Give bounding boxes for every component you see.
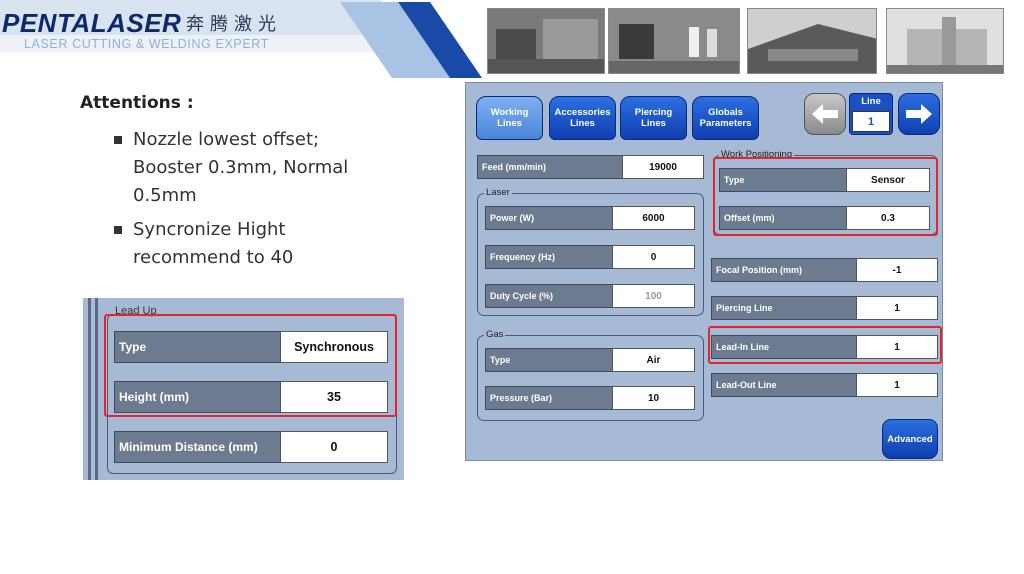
- tab-accessories-lines[interactable]: Accessories Lines: [549, 96, 616, 140]
- gas-pressure-label: Pressure (Bar): [485, 386, 613, 410]
- laser-frequency-value[interactable]: 0: [612, 245, 695, 269]
- advanced-button[interactable]: Advanced: [882, 419, 938, 459]
- lead-up-highlight-box: [104, 314, 397, 417]
- header-photo-building: [747, 8, 877, 74]
- tab-globals-parameters[interactable]: Globals Parameters: [692, 96, 759, 140]
- work-positioning-highlight-box: [713, 157, 938, 236]
- header-photo-workshop: [608, 8, 740, 74]
- next-line-button[interactable]: [898, 93, 940, 135]
- line-selector: Line 1: [849, 93, 893, 135]
- focal-position-value[interactable]: -1: [856, 258, 938, 282]
- panel-edge-bar: [95, 298, 98, 480]
- attentions-title: Attentions :: [80, 93, 194, 113]
- header-photo-headquarters: [886, 8, 1004, 74]
- panel-edge-bar: [88, 298, 91, 480]
- line-selector-label: Line: [861, 96, 881, 107]
- line-selector-value[interactable]: 1: [852, 111, 890, 132]
- bullet-square-icon: [114, 226, 122, 234]
- tab-piercing-lines[interactable]: Piercing Lines: [620, 96, 687, 140]
- laser-frequency-label: Frequency (Hz): [485, 245, 613, 269]
- focal-position-label: Focal Position (mm): [711, 258, 857, 282]
- lead-up-min-distance-label: Minimum Distance (mm): [114, 431, 281, 463]
- gas-type-value[interactable]: Air: [612, 348, 695, 372]
- attentions-list: Nozzle lowest offset; Booster 0.3mm, Nor…: [114, 126, 374, 278]
- company-tagline: LASER CUTTING & WELDING EXPERT: [24, 37, 269, 51]
- attention-bullet-nozzle: Nozzle lowest offset; Booster 0.3mm, Nor…: [114, 126, 374, 210]
- feed-value[interactable]: 19000: [622, 155, 704, 179]
- laser-power-value[interactable]: 6000: [612, 206, 695, 230]
- company-logo: PENTALASER: [2, 8, 182, 38]
- piercing-line-value[interactable]: 1: [856, 296, 938, 320]
- gas-pressure-value[interactable]: 10: [612, 386, 695, 410]
- cutting-parameters-panel: Working Lines Accessories Lines Piercing Li…: [465, 82, 943, 461]
- piercing-line-label: Piercing Line: [711, 296, 857, 320]
- company-logo-chinese: 奔腾激光: [186, 14, 282, 35]
- slide-header: PENTALASER 奔腾激光 LASER CUTTING & WELDING …: [0, 0, 1024, 80]
- laser-legend: Laser: [484, 187, 512, 198]
- feed-label: Feed (mm/min): [477, 155, 623, 179]
- lead-up-panel: Lead Up Type Synchronous Height (mm) 35 …: [83, 298, 404, 480]
- header-photo-factory: [487, 8, 605, 74]
- arrow-right-icon: [906, 104, 932, 124]
- lead-out-line-label: Lead-Out Line: [711, 373, 857, 397]
- lead-in-line-highlight-box: [708, 326, 942, 364]
- gas-type-label: Type: [485, 348, 613, 372]
- laser-duty-cycle-label: Duty Cycle (%): [485, 284, 613, 308]
- arrow-left-icon: [812, 104, 838, 124]
- lead-out-line-value[interactable]: 1: [856, 373, 938, 397]
- lead-up-min-distance-value[interactable]: 0: [280, 431, 388, 463]
- gas-legend: Gas: [484, 329, 506, 340]
- laser-power-label: Power (W): [485, 206, 613, 230]
- bullet-square-icon: [114, 136, 122, 144]
- attention-bullet-sync-height: Syncronize Hight recommend to 40: [114, 216, 374, 272]
- tab-working-lines[interactable]: Working Lines: [476, 96, 543, 140]
- laser-duty-cycle-value[interactable]: 100: [612, 284, 695, 308]
- previous-line-button[interactable]: [804, 93, 846, 135]
